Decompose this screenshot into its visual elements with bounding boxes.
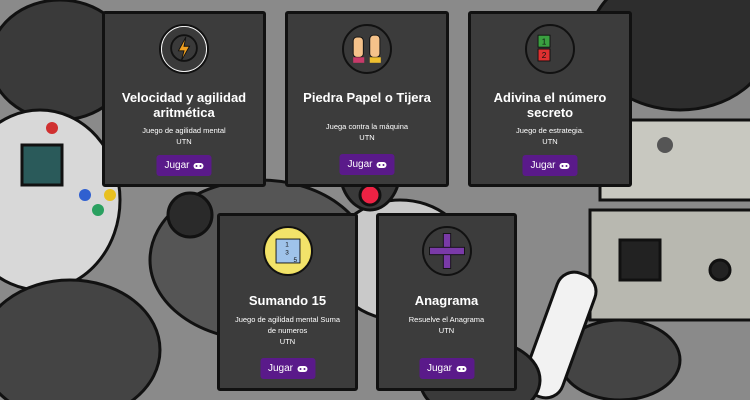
game-org: UTN (359, 133, 375, 142)
game-org: UTN (176, 137, 192, 146)
brain-lightning-icon (159, 24, 209, 74)
svg-text:1: 1 (285, 241, 289, 248)
hands-icon (342, 24, 392, 74)
play-button[interactable]: Jugar (259, 358, 316, 379)
game-description: Juego de estrategia. (516, 126, 584, 135)
game-title: Sumando 15 (248, 293, 327, 308)
svg-text:1: 1 (542, 37, 547, 46)
game-title: Velocidad y agilidad aritmética (121, 90, 247, 120)
game-card: 1 35 Sumando 15 Juego de agilidad mental … (217, 213, 358, 391)
game-card: 12 Adivina el número secreto Juego de es… (468, 11, 632, 187)
game-description: Juego de agilidad mental (142, 126, 226, 135)
number-grid-icon: 1 35 (262, 226, 313, 276)
gamepad-icon (376, 161, 387, 168)
game-description: Resuelve el Anagrama (408, 315, 485, 324)
svg-text:2: 2 (542, 51, 547, 60)
svg-text:5: 5 (293, 257, 297, 264)
letter-tiles-icon (421, 226, 472, 276)
gamepad-icon (559, 162, 570, 169)
gamepad-icon (456, 365, 467, 372)
game-org: UTN (542, 137, 558, 146)
svg-text:3: 3 (285, 250, 289, 257)
game-card: Anagrama Resuelve el Anagrama UTN Jugar (376, 213, 517, 391)
game-card: Velocidad y agilidad aritmética Juego de… (102, 11, 266, 187)
game-card: Piedra Papel o Tijera Juega contra la má… (285, 11, 449, 187)
play-button[interactable]: Jugar (156, 155, 212, 176)
gamepad-icon (193, 162, 204, 169)
game-description: Juego de agilidad mental Suma de numeros (234, 315, 341, 335)
game-org: UTN (438, 326, 455, 335)
game-title: Anagrama (414, 293, 479, 308)
play-button[interactable]: Jugar (522, 155, 578, 176)
play-button[interactable]: Jugar (339, 154, 395, 175)
game-org: UTN (279, 337, 296, 346)
gamepad-icon (297, 365, 308, 372)
game-description: Juega contra la máquina (325, 122, 409, 131)
game-title: Adivina el número secreto (493, 90, 607, 120)
numbers-blocks-icon: 12 (525, 24, 575, 74)
play-button[interactable]: Jugar (418, 358, 475, 379)
game-title: Piedra Papel o Tijera (303, 90, 431, 105)
